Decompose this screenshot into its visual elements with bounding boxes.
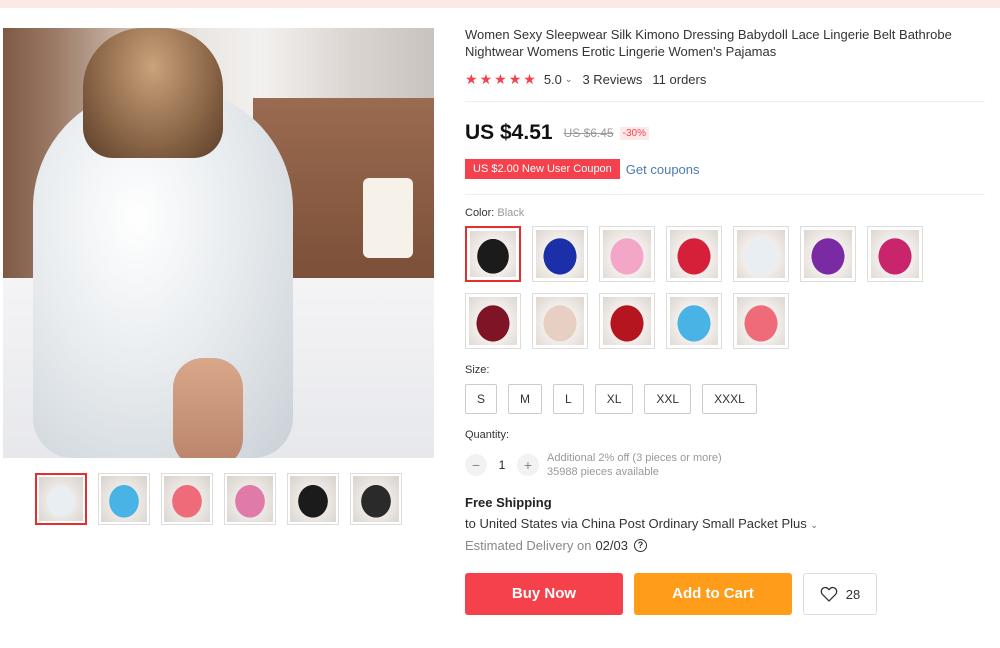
quantity-increment-button[interactable]: + xyxy=(517,454,539,476)
star-icon: ★ xyxy=(508,70,522,87)
thumbnail-watermelon[interactable] xyxy=(161,473,213,525)
color-swatch-black[interactable] xyxy=(465,226,521,282)
quantity-label: Quantity: xyxy=(465,429,510,441)
heart-icon xyxy=(820,586,838,602)
quantity-info: Additional 2% off (3 pieces or more) 359… xyxy=(547,451,722,479)
swatch-image xyxy=(737,230,785,278)
size-label: Size: xyxy=(465,364,490,376)
shipping-method-text[interactable]: to United States via China Post Ordinary… xyxy=(465,516,807,531)
star-icon: ★ xyxy=(465,70,478,87)
size-option-xxl[interactable]: XXL xyxy=(644,384,692,414)
discount-badge: -30% xyxy=(619,126,649,140)
thumbnail-sky-blue[interactable] xyxy=(98,473,150,525)
reviews-link[interactable]: 3 Reviews xyxy=(582,72,642,87)
color-swatch-dark-red[interactable] xyxy=(599,293,655,349)
color-swatch-white[interactable] xyxy=(733,226,789,282)
color-swatches xyxy=(465,226,935,349)
size-option-m[interactable]: M xyxy=(508,384,543,414)
star-icon: ★ xyxy=(494,70,507,87)
color-swatch-pink-light[interactable] xyxy=(599,226,655,282)
star-icon: ★ xyxy=(479,70,493,87)
orders-count: 11 orders xyxy=(652,71,707,87)
thumbnail-image xyxy=(227,476,273,522)
color-label: Color: Black xyxy=(465,207,985,219)
thumbnail-image xyxy=(290,476,336,522)
rating-stars: ★ ★ ★ ★ ★ xyxy=(465,71,536,88)
size-option-l[interactable]: L xyxy=(553,384,584,414)
color-swatch-rose[interactable] xyxy=(867,226,923,282)
stock-available: 35988 pieces available xyxy=(547,466,659,478)
swatch-image xyxy=(603,297,651,345)
quantity-decrement-button[interactable]: − xyxy=(465,454,487,476)
shipping-method[interactable]: to United States via China Post Ordinary… xyxy=(465,516,985,531)
quantity-value[interactable]: 1 xyxy=(487,458,517,472)
image-hair xyxy=(83,28,223,158)
delivery-label: Estimated Delivery on xyxy=(465,538,592,553)
thumbnail-image xyxy=(164,476,210,522)
size-options: S M L XL XXL XXXL xyxy=(465,384,985,414)
get-coupons-link[interactable]: Get coupons xyxy=(626,162,700,177)
thumbnail-black-1[interactable] xyxy=(287,473,339,525)
thumbnail-strip xyxy=(35,473,402,525)
swatch-image xyxy=(470,231,516,277)
top-strip xyxy=(0,0,1000,8)
size-option-s[interactable]: S xyxy=(465,384,498,414)
estimated-delivery: Estimated Delivery on 02/03 ? xyxy=(465,538,985,553)
selected-color: Black xyxy=(497,207,525,219)
image-lamp xyxy=(363,178,413,258)
thumbnail-image xyxy=(353,476,399,522)
size-option-xl[interactable]: XL xyxy=(594,384,634,414)
chevron-down-icon[interactable]: ⌄ xyxy=(565,74,573,85)
action-buttons: Buy Now Add to Cart 28 xyxy=(465,573,985,615)
image-leg xyxy=(173,358,243,458)
buy-now-button[interactable]: Buy Now xyxy=(465,573,623,615)
color-swatch-blue[interactable] xyxy=(532,226,588,282)
size-option-xxxl[interactable]: XXXL xyxy=(702,384,757,414)
color-swatch-beige[interactable] xyxy=(532,293,588,349)
divider xyxy=(465,194,985,195)
wishlist-count: 28 xyxy=(845,586,861,602)
swatch-image xyxy=(536,297,584,345)
delivery-date: 02/03 xyxy=(595,538,628,553)
add-to-cart-button[interactable]: Add to Cart xyxy=(634,573,792,615)
bulk-discount-note: Additional 2% off (3 pieces or more) xyxy=(547,452,722,464)
divider xyxy=(465,101,985,102)
coupon-row: US $2.00 New User Coupon Get coupons xyxy=(465,158,985,180)
chevron-down-icon[interactable]: ⌄ xyxy=(810,520,818,530)
current-price: US $4.51 xyxy=(465,121,553,144)
wishlist-button[interactable]: 28 xyxy=(803,573,877,615)
color-swatch-sky-blue[interactable] xyxy=(666,293,722,349)
swatch-image xyxy=(871,230,919,278)
thumbnail-image xyxy=(39,477,83,521)
quantity-stepper: − 1 + Additional 2% off (3 pieces or mor… xyxy=(465,451,985,479)
shipping-title: Free Shipping xyxy=(465,495,552,510)
thumbnail-image xyxy=(101,476,147,522)
color-swatch-purple[interactable] xyxy=(800,226,856,282)
thumbnail-pink[interactable] xyxy=(224,473,276,525)
swatch-image xyxy=(737,297,785,345)
price-row: US $4.51 US $6.45 -30% xyxy=(465,121,985,145)
swatch-image xyxy=(670,230,718,278)
swatch-image xyxy=(670,297,718,345)
product-title: Women Sexy Sleepwear Silk Kimono Dressin… xyxy=(465,27,952,59)
original-price: US $6.45 xyxy=(563,126,614,140)
rating-score[interactable]: 5.0 xyxy=(544,72,562,87)
swatch-image xyxy=(804,230,852,278)
new-user-coupon-badge: US $2.00 New User Coupon xyxy=(465,159,620,179)
help-icon[interactable]: ? xyxy=(634,539,647,552)
swatch-image xyxy=(603,230,651,278)
color-label-text: Color: xyxy=(465,207,495,219)
main-product-image[interactable] xyxy=(3,28,434,458)
thumbnail-black-2[interactable] xyxy=(350,473,402,525)
color-swatch-watermelon[interactable] xyxy=(733,293,789,349)
product-info: Women Sexy Sleepwear Silk Kimono Dressin… xyxy=(465,26,985,615)
swatch-image xyxy=(469,297,517,345)
thumbnail-white[interactable] xyxy=(35,473,87,525)
color-swatch-red[interactable] xyxy=(666,226,722,282)
star-icon: ★ xyxy=(523,70,536,87)
color-swatch-wine[interactable] xyxy=(465,293,521,349)
swatch-image xyxy=(536,230,584,278)
rating-row: ★ ★ ★ ★ ★ 5.0 ⌄ 3 Reviews 11 orders xyxy=(465,70,985,88)
